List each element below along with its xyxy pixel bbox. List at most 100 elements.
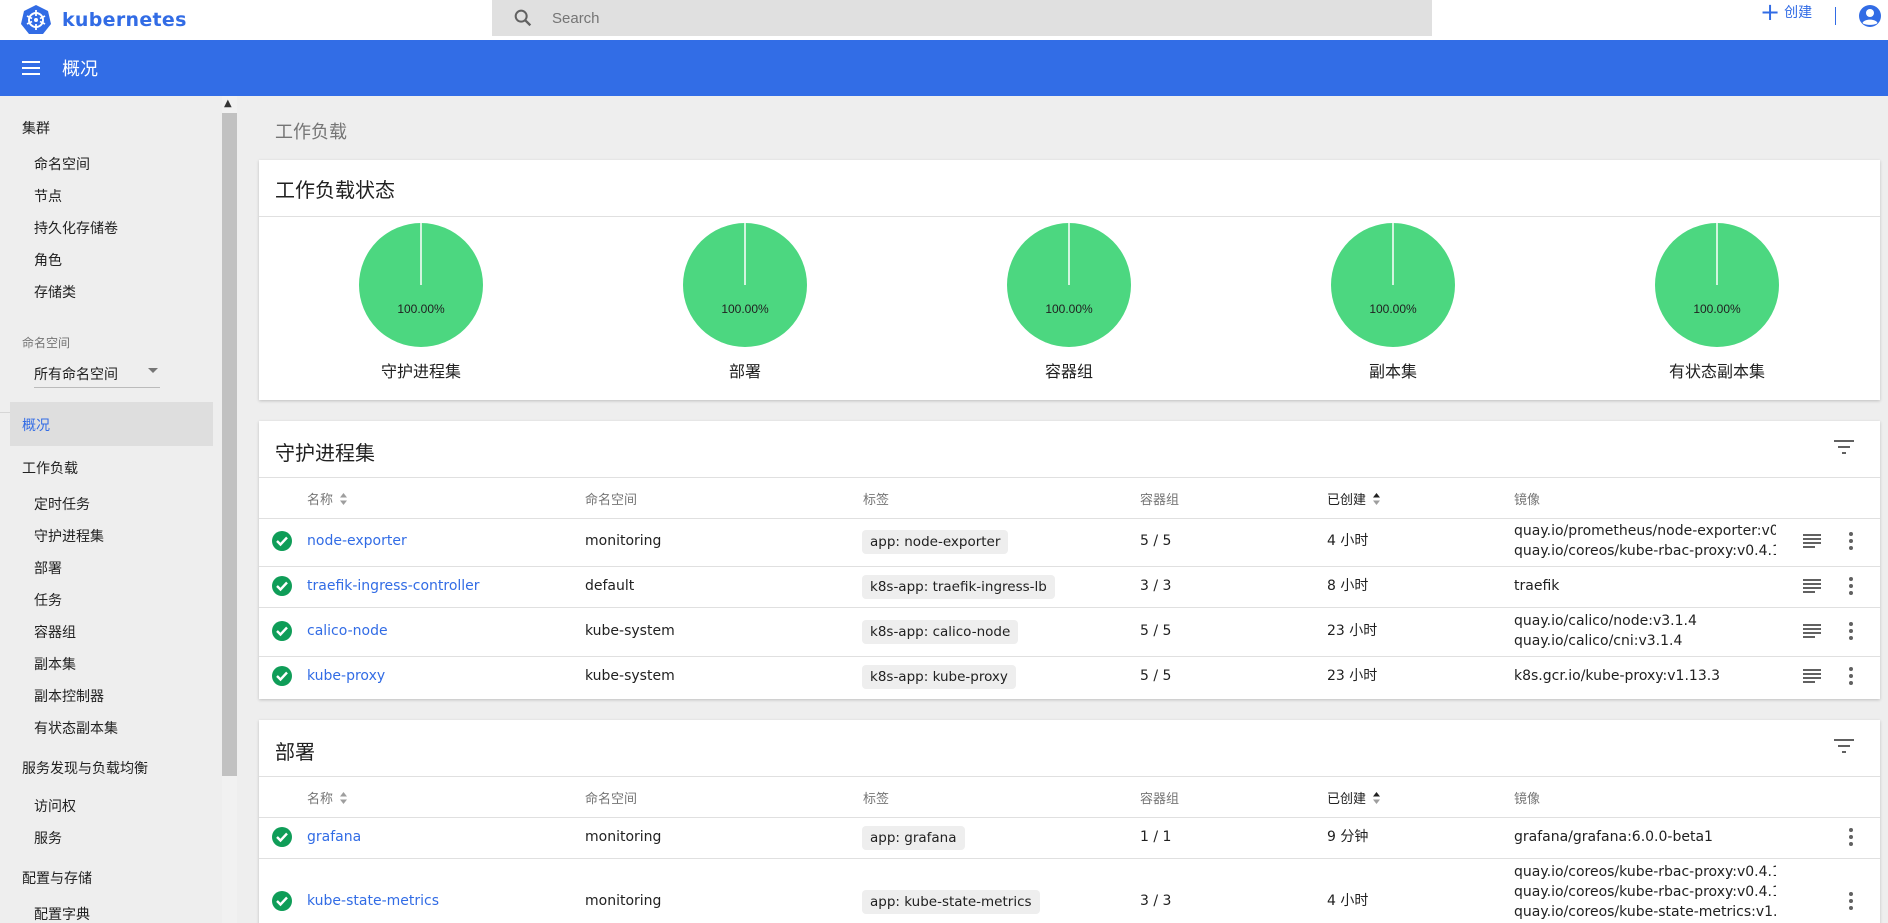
row-divider (259, 858, 1880, 859)
column-header-label: 名称 (307, 493, 334, 508)
sidebar-item-ingresses[interactable]: 访问权 (34, 796, 76, 816)
more-vert-icon[interactable] (1848, 577, 1854, 595)
column-header-label: 已创建 (1327, 792, 1367, 807)
sidebar-item-services[interactable]: 服务 (34, 828, 62, 848)
pie-percent-label: 100.00% (397, 302, 445, 316)
create-button[interactable]: + 创建 (1760, 0, 1813, 24)
column-header-namespace: 命名空间 (585, 792, 638, 807)
scroll-up-icon[interactable]: ▲ (224, 98, 232, 109)
row-pods: 3 / 3 (1140, 578, 1172, 594)
column-header-created[interactable]: 已创建 (1327, 489, 1381, 508)
brand-logo[interactable]: kubernetes (20, 4, 187, 36)
sidebar-item-daemonsets[interactable]: 守护进程集 (34, 526, 104, 546)
row-image: quay.io/calico/node:v3.1.4 (1514, 613, 1697, 629)
sidebar-item-cronjobs[interactable]: 定时任务 (34, 494, 90, 514)
more-vert-icon[interactable] (1848, 828, 1854, 846)
column-header-images: 镜像 (1514, 493, 1541, 508)
topbar-divider (1835, 7, 1836, 25)
check-circle-icon (272, 531, 292, 551)
search-input[interactable] (552, 9, 1352, 27)
sidebar-item-roles[interactable]: 角色 (34, 250, 62, 270)
row-name-link[interactable]: calico-node (307, 623, 388, 639)
card-title: 部署 (275, 740, 315, 764)
sort-icon (1373, 492, 1381, 505)
filter-icon[interactable] (1834, 440, 1854, 454)
row-image: quay.io/coreos/kube-rbac-proxy:v0.4.1 (1514, 543, 1776, 559)
pie-label: 守护进程集 (380, 362, 461, 381)
row-created: 4 小时 (1327, 533, 1369, 549)
sidebar: 集群 命名空间 节点 持久化存储卷 角色 存储类 命名空间 所有命名空间 概况 … (0, 96, 222, 923)
row-name-link[interactable]: grafana (307, 829, 361, 845)
more-vert-icon[interactable] (1848, 667, 1854, 685)
sidebar-item-nodes[interactable]: 节点 (34, 186, 62, 206)
pie-chart: 100.00% (359, 223, 483, 347)
more-vert-icon[interactable] (1848, 892, 1854, 910)
pie-pods: 100.00% 容器组 (989, 222, 1149, 382)
pie-chart: 100.00% (1007, 223, 1131, 347)
column-header-labels: 标签 (863, 493, 890, 508)
row-pods: 3 / 3 (1140, 893, 1172, 909)
page-title: 概况 (62, 59, 98, 80)
column-header-name[interactable]: 名称 (307, 788, 348, 807)
logs-icon[interactable] (1803, 624, 1821, 638)
label-chip: k8s-app: kube-proxy (862, 665, 1016, 689)
sidebar-item-replicasets[interactable]: 副本集 (34, 654, 76, 674)
sidebar-item-overview[interactable]: 概况 (22, 415, 50, 435)
row-namespace: kube-system (585, 668, 675, 684)
sidebar-item-persistent-volumes[interactable]: 持久化存储卷 (34, 218, 118, 238)
row-image: k8s.gcr.io/kube-proxy:v1.13.3 (1514, 668, 1721, 684)
sidebar-scrollbar[interactable] (222, 113, 237, 776)
pie-label: 副本集 (1368, 362, 1417, 381)
search-bar[interactable] (492, 0, 1432, 36)
pie-deployments: 100.00% 部署 (665, 222, 825, 382)
sidebar-item-replication-controllers[interactable]: 副本控制器 (34, 686, 104, 706)
column-header-created[interactable]: 已创建 (1327, 788, 1381, 807)
sidebar-item-configmaps[interactable]: 配置字典 (34, 904, 90, 923)
deployments-card: 部署 名称 命名空间 标签 容器组 已创建 镜像 grafana monitor… (259, 720, 1880, 923)
row-name-link[interactable]: node-exporter (307, 533, 407, 549)
column-header-pods: 容器组 (1140, 493, 1180, 508)
sort-icon (1373, 791, 1381, 804)
create-label: 创建 (1784, 5, 1813, 21)
pie-label: 有状态副本集 (1668, 362, 1765, 381)
chevron-down-icon (148, 368, 158, 373)
sidebar-section-workloads[interactable]: 工作负载 (22, 458, 78, 478)
column-header-images: 镜像 (1514, 792, 1541, 807)
search-icon (514, 9, 532, 27)
kubernetes-logo-icon (21, 5, 51, 34)
menu-icon[interactable] (22, 60, 42, 76)
pie-chart: 100.00% (683, 223, 807, 347)
sidebar-item-jobs[interactable]: 任务 (34, 590, 62, 610)
sidebar-section-cluster[interactable]: 集群 (22, 118, 50, 138)
row-created: 4 小时 (1327, 893, 1369, 909)
more-vert-icon[interactable] (1848, 622, 1854, 640)
sidebar-item-namespaces[interactable]: 命名空间 (34, 154, 90, 174)
row-name-link[interactable]: traefik-ingress-controller (307, 578, 480, 594)
namespace-select[interactable]: 所有命名空间 (34, 364, 160, 388)
row-name-link[interactable]: kube-state-metrics (307, 893, 439, 909)
logs-icon[interactable] (1803, 669, 1821, 683)
sidebar-item-storage-classes[interactable]: 存储类 (34, 282, 76, 302)
page-header: 概况 (0, 40, 1888, 96)
row-image: traefik (1514, 578, 1560, 594)
label-chip: app: grafana (862, 826, 965, 850)
filter-icon[interactable] (1834, 739, 1854, 753)
column-header-name[interactable]: 名称 (307, 489, 348, 508)
sort-icon (340, 791, 348, 804)
pie-daemonsets: 100.00% 守护进程集 (341, 222, 501, 382)
sidebar-section-discovery[interactable]: 服务发现与负载均衡 (22, 758, 148, 778)
user-icon[interactable] (1858, 4, 1882, 28)
sidebar-item-deployments[interactable]: 部署 (34, 558, 62, 578)
logs-icon[interactable] (1803, 579, 1821, 593)
sidebar-item-pods[interactable]: 容器组 (34, 622, 76, 642)
check-circle-icon (272, 621, 292, 641)
sidebar-item-statefulsets[interactable]: 有状态副本集 (34, 718, 118, 738)
row-image: quay.io/coreos/kube-state-metrics:v1.5.0 (1514, 904, 1776, 920)
more-vert-icon[interactable] (1848, 532, 1854, 550)
check-circle-icon (272, 827, 292, 847)
daemonsets-card: 守护进程集 名称 命名空间 标签 容器组 已创建 镜像 node-exporte… (259, 421, 1880, 699)
logs-icon[interactable] (1803, 534, 1821, 548)
sidebar-section-config[interactable]: 配置与存储 (22, 868, 92, 888)
top-bar: kubernetes + 创建 (0, 0, 1888, 40)
row-name-link[interactable]: kube-proxy (307, 668, 385, 684)
